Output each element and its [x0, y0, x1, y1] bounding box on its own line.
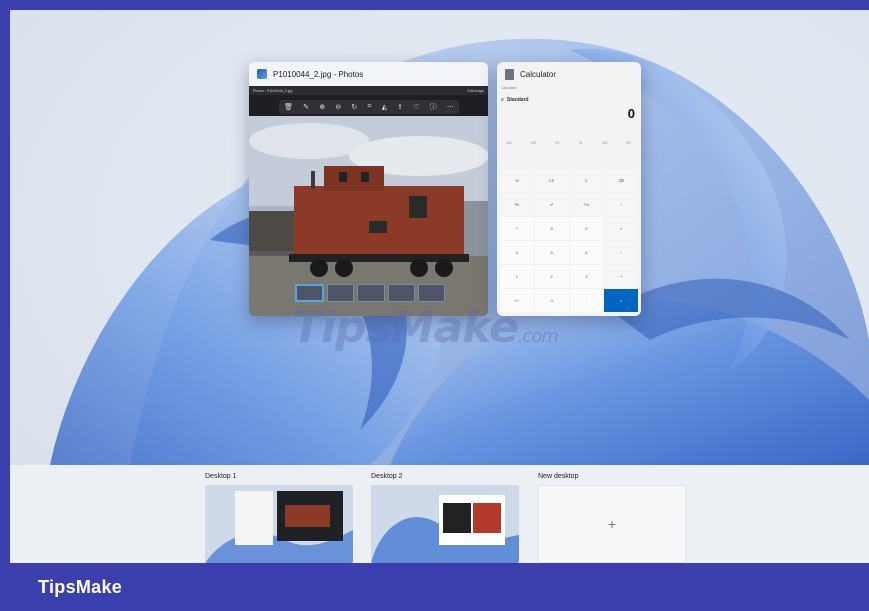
memory-button[interactable]: M˅: [627, 141, 632, 145]
photos-window[interactable]: P1010044_2.jpg - Photos Photos - P101004…: [249, 62, 488, 316]
calc-key[interactable]: ⌫: [604, 169, 638, 192]
delete-icon[interactable]: 🗑: [284, 103, 293, 111]
adjust-icon[interactable]: ◭: [382, 103, 387, 111]
desktop-2-preview: [371, 495, 519, 563]
desktop-2-thumbnail[interactable]: [371, 485, 519, 563]
virtual-desktops-bar: Desktop 1 Desktop 2 New desktop +: [10, 465, 869, 563]
info-icon[interactable]: ⓘ: [430, 102, 437, 112]
calculator-window-title: Calculator: [520, 69, 557, 79]
filmstrip-thumbnail[interactable]: [327, 284, 355, 302]
calc-key[interactable]: 3: [569, 265, 604, 288]
photos-edit-label[interactable]: Edit image: [467, 89, 484, 93]
photos-toolbar: 🗑 ✎ ⊕ ⊖ ↻ ⌗ ◭ ⇪ ♡ ⓘ ⋯: [279, 100, 459, 114]
calculator-display: 0: [627, 106, 635, 121]
watermark: TipsMake.com: [292, 302, 559, 353]
photos-content: Photos - P1010044_2.jpg Edit image 🗑 ✎ ⊕…: [249, 86, 488, 316]
top-border: [0, 0, 869, 8]
desktop-1-preview: [205, 491, 353, 563]
calc-key[interactable]: 8: [534, 217, 569, 240]
calc-key[interactable]: ÷: [604, 193, 638, 216]
calculator-window[interactable]: Calculator Calculator ≡ Standard 0 MC MR…: [497, 62, 641, 316]
filmstrip-thumbnail[interactable]: [387, 284, 415, 302]
memory-button[interactable]: MC: [506, 141, 511, 145]
calculator-memory-row: MC MR M+ M- MS M˅: [497, 138, 641, 148]
watermark-suffix: .com: [517, 326, 559, 347]
brand-logo-text: TipsMake: [38, 577, 123, 597]
photos-titlebar[interactable]: P1010044_2.jpg - Photos: [249, 62, 488, 86]
calculator-inner-title: Calculator: [501, 86, 517, 90]
calc-key[interactable]: C: [569, 169, 604, 192]
calc-key[interactable]: 9: [569, 217, 604, 240]
crop-icon[interactable]: ⌗: [367, 103, 371, 111]
share-icon[interactable]: ⇪: [397, 103, 403, 111]
desktop-1-label[interactable]: Desktop 1: [205, 473, 237, 480]
calculator-mode-label: Standard: [506, 97, 529, 103]
filmstrip-thumbnail[interactable]: [295, 284, 325, 302]
calc-key[interactable]: ⅟x: [500, 193, 534, 216]
calc-key[interactable]: 7: [500, 217, 534, 240]
calc-key[interactable]: −: [604, 241, 638, 264]
photos-path-text: Photos - P1010044_2.jpg: [253, 88, 293, 93]
brand-footer: TipsMake: [0, 563, 869, 611]
favorite-icon[interactable]: ♡: [413, 103, 419, 111]
photos-window-title: P1010044_2.jpg - Photos: [273, 69, 364, 79]
calc-key[interactable]: CE: [534, 169, 569, 192]
memory-button[interactable]: M+: [555, 141, 560, 145]
calculator-keypad: % CE C ⌫ ⅟x x² ²√x ÷ 7 8 9 × 4 5 6 − 1 2…: [500, 169, 638, 312]
calc-key[interactable]: 5: [534, 241, 569, 264]
calc-key[interactable]: ×: [604, 217, 638, 240]
zoom-in-icon[interactable]: ⊕: [319, 103, 325, 111]
new-desktop-button[interactable]: +: [538, 485, 686, 563]
calc-equals-key[interactable]: =: [604, 289, 638, 312]
desktop-1-thumbnail[interactable]: [205, 485, 353, 563]
calculator-titlebar[interactable]: Calculator: [497, 62, 641, 86]
calc-key[interactable]: 1: [500, 265, 534, 288]
memory-button[interactable]: MS: [602, 141, 607, 145]
calculator-app-icon: [505, 68, 514, 80]
add-icon: +: [607, 516, 617, 532]
more-icon[interactable]: ⋯: [447, 103, 454, 111]
photos-pathbar: Photos - P1010044_2.jpg Edit image: [249, 86, 488, 95]
new-desktop-label[interactable]: New desktop: [538, 473, 578, 480]
rotate-icon[interactable]: ↻: [351, 103, 357, 111]
filmstrip-thumbnail[interactable]: [417, 284, 446, 302]
calc-key[interactable]: +: [604, 265, 638, 288]
desktop-2-label[interactable]: Desktop 2: [371, 473, 403, 480]
zoom-out-icon[interactable]: ⊖: [335, 103, 341, 111]
windows-desktop-screen: P1010044_2.jpg - Photos Photos - P101004…: [10, 10, 869, 563]
memory-button[interactable]: M-: [579, 141, 583, 145]
photos-filmstrip: [295, 284, 446, 302]
calc-key[interactable]: 4: [500, 241, 534, 264]
edit-icon[interactable]: ✎: [303, 103, 309, 111]
watermark-text: TipsMake: [292, 302, 519, 353]
photos-app-icon: [257, 69, 267, 79]
calc-key[interactable]: 6: [569, 241, 604, 264]
menu-icon[interactable]: ≡: [501, 97, 504, 103]
calc-key[interactable]: ²√x: [569, 193, 604, 216]
calc-key[interactable]: 2: [534, 265, 569, 288]
filmstrip-thumbnail[interactable]: [357, 284, 385, 302]
article-frame: P1010044_2.jpg - Photos Photos - P101004…: [0, 0, 869, 611]
calc-key[interactable]: %: [500, 169, 534, 192]
calculator-mode[interactable]: ≡ Standard: [497, 94, 641, 106]
calc-key[interactable]: x²: [534, 193, 569, 216]
memory-button[interactable]: MR: [531, 141, 536, 145]
calc-key[interactable]: .: [569, 289, 604, 312]
